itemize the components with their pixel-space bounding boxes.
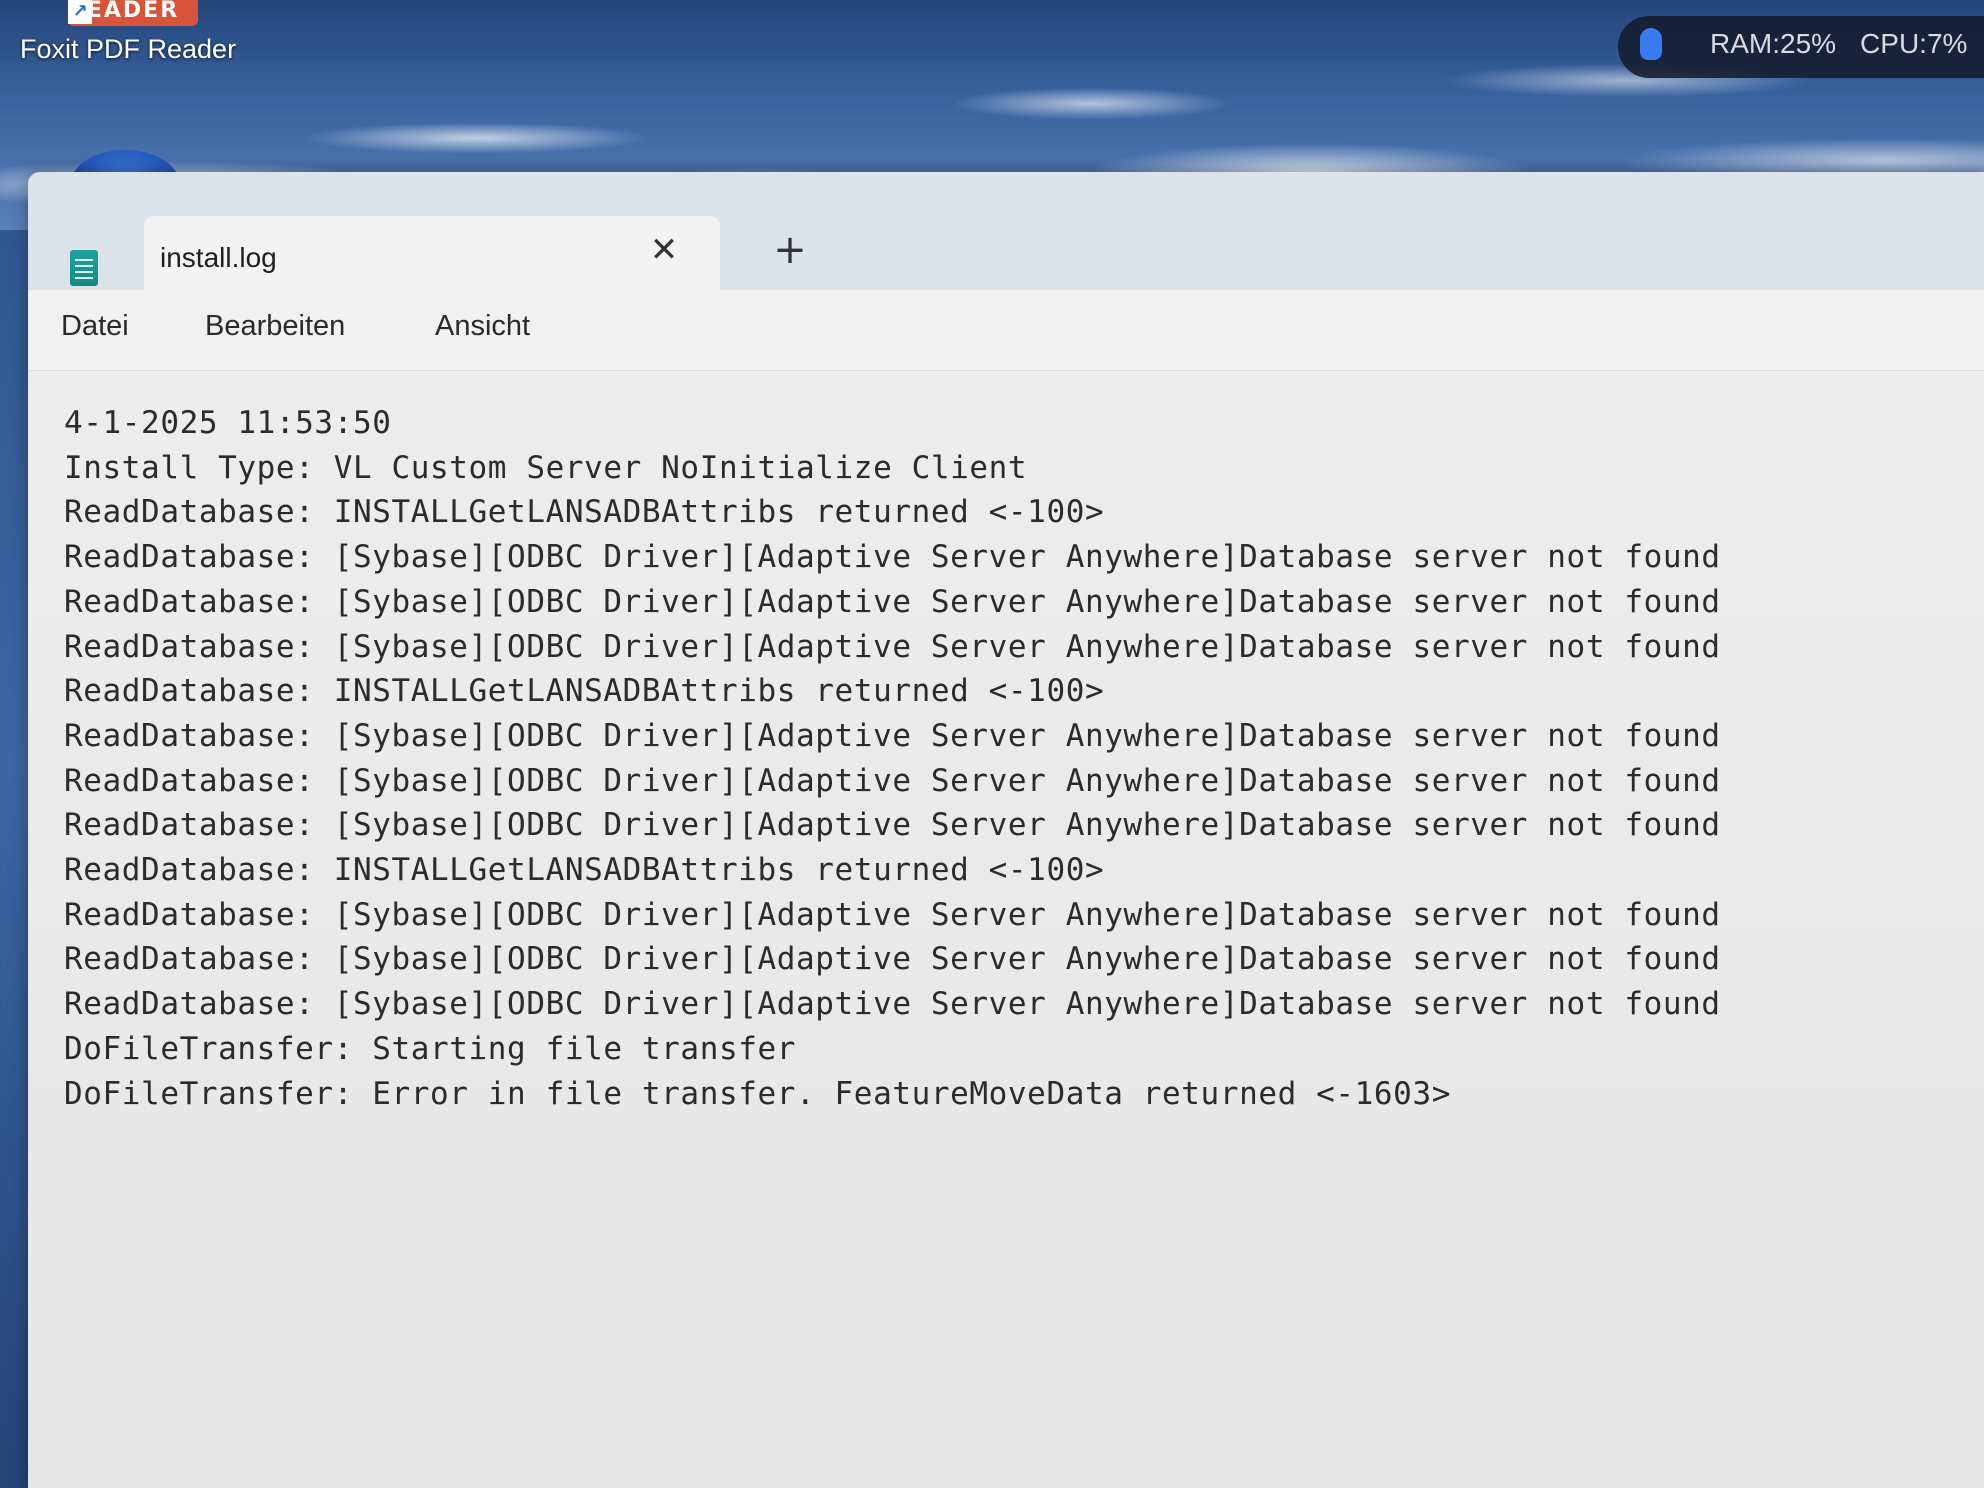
desktop-shortcut-foxit[interactable]: EADER ↗ Foxit PDF Reader [18,0,238,70]
log-line: ReadDatabase: [Sybase][ODBC Driver][Adap… [64,986,1721,1023]
log-line: ReadDatabase: [Sybase][ODBC Driver][Adap… [64,583,1721,620]
log-line: ReadDatabase: [Sybase][ODBC Driver][Adap… [64,628,1721,665]
log-line: ReadDatabase: INSTALLGetLANSADBAttribs r… [64,494,1105,531]
log-line: 4-1-2025 11:53:50 [64,405,392,441]
menu-view[interactable]: Ansicht [435,310,530,343]
log-line: ReadDatabase: INSTALLGetLANSADBAttribs r… [64,673,1105,710]
ram-usage: RAM:25% [1710,28,1837,59]
log-line: ReadDatabase: [Sybase][ODBC Driver][Adap… [64,807,1721,844]
menu-edit[interactable]: Bearbeiten [205,310,345,343]
menu-bar: Datei Bearbeiten Ansicht [28,290,1984,371]
tab-install-log[interactable]: install.log ✕ [144,216,720,290]
close-icon[interactable]: ✕ [644,230,684,270]
log-line: Install Type: VL Custom Server NoInitial… [64,449,1028,486]
new-tab-button[interactable]: + [768,228,812,272]
tab-title: install.log [160,242,277,273]
menu-file[interactable]: Datei [61,310,129,343]
system-monitor-widget[interactable]: RAM:25% CPU:7% [1618,16,1984,78]
text-editor[interactable]: 4-1-2025 11:53:50 Install Type: VL Custo… [28,371,1984,1488]
log-content: 4-1-2025 11:53:50 Install Type: VL Custo… [64,401,1721,1116]
cpu-usage: CPU:7% [1860,28,1968,59]
log-line: ReadDatabase: [Sybase][ODBC Driver][Adap… [64,941,1721,978]
log-line: DoFileTransfer: Error in file transfer. … [64,1075,1451,1112]
notepad-icon [70,250,98,286]
rocket-icon [1640,28,1662,60]
shortcut-arrow-icon: ↗ [68,0,92,24]
log-line: ReadDatabase: [Sybase][ODBC Driver][Adap… [64,762,1721,799]
shortcut-label: Foxit PDF Reader [20,34,237,64]
log-line: ReadDatabase: [Sybase][ODBC Driver][Adap… [64,539,1721,576]
log-line: ReadDatabase: [Sybase][ODBC Driver][Adap… [64,717,1721,754]
log-line: DoFileTransfer: Starting file transfer [64,1030,797,1067]
log-line: ReadDatabase: INSTALLGetLANSADBAttribs r… [64,852,1105,889]
title-bar[interactable]: install.log ✕ + [28,172,1984,290]
notepad-window: install.log ✕ + Datei Bearbeiten Ansicht… [28,172,1984,1488]
log-line: ReadDatabase: [Sybase][ODBC Driver][Adap… [64,896,1721,933]
